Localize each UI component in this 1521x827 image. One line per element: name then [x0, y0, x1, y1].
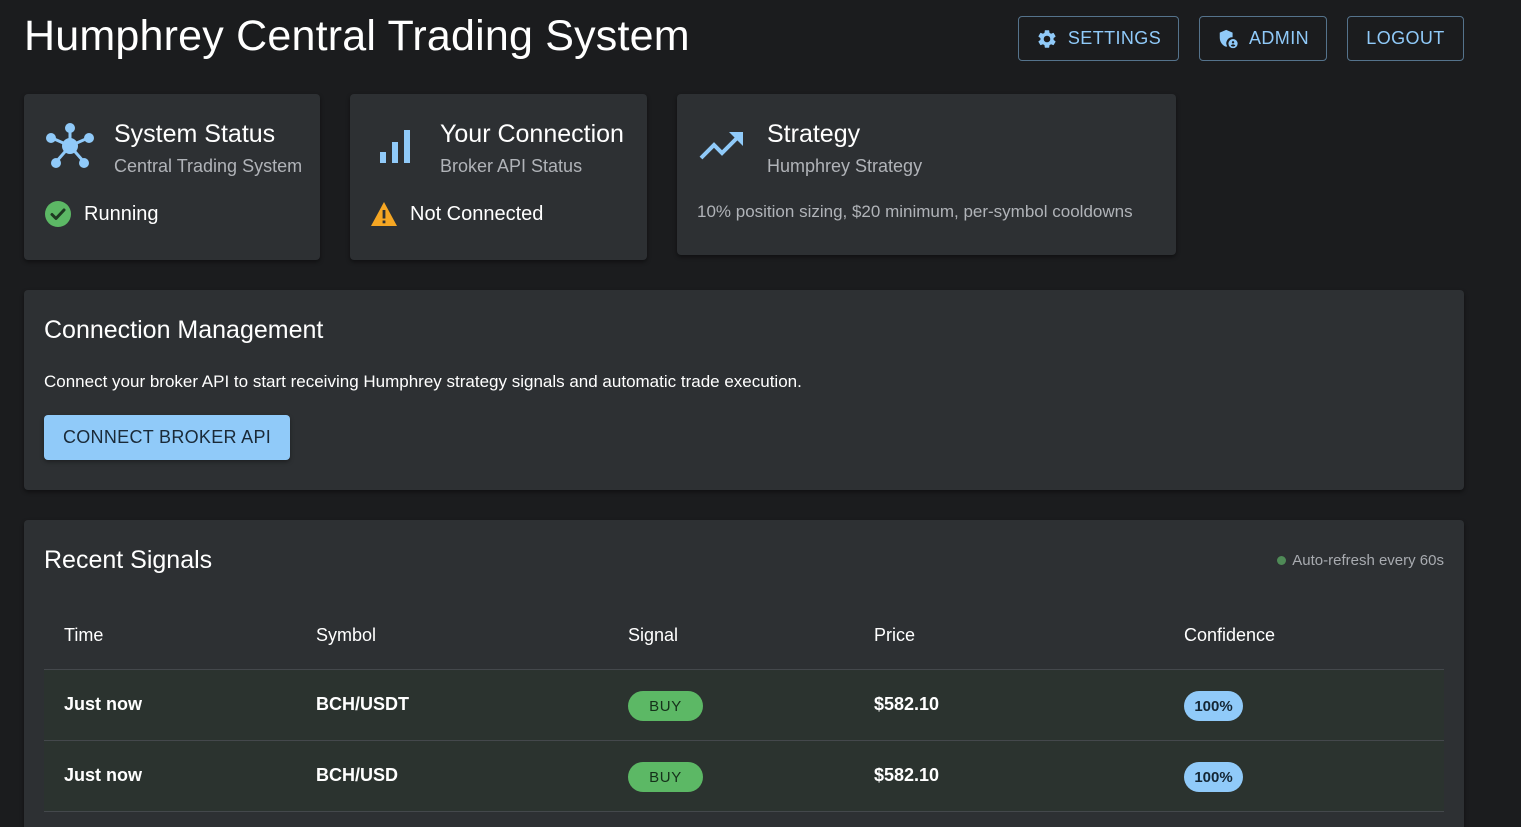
- table-row[interactable]: Just now BCH/USDT BUY $582.10 100%: [44, 670, 1444, 741]
- table-row[interactable]: Just now BCH/USD BUY $582.10 100%: [44, 741, 1444, 812]
- table-header: Time Symbol Signal Price Confidence: [44, 600, 1444, 670]
- column-header-price[interactable]: Price: [874, 625, 915, 646]
- confidence-badge: 100%: [1184, 691, 1243, 721]
- signal-badge: BUY: [628, 762, 703, 792]
- admin-button[interactable]: ADMIN: [1199, 16, 1327, 61]
- recent-signals-panel: Recent Signals Auto-refresh every 60s Ti…: [24, 520, 1464, 827]
- system-status-text: Running: [84, 202, 159, 225]
- card-title: Your Connection: [440, 120, 624, 148]
- app-title: Humphrey Central Trading System: [24, 12, 690, 60]
- connection-management-panel: Connection Management Connect your broke…: [24, 290, 1464, 490]
- connection-status: Not Connected: [370, 200, 543, 228]
- connection-status-text: Not Connected: [410, 202, 544, 225]
- signal-badge: BUY: [628, 691, 703, 721]
- warning-icon: [371, 202, 397, 226]
- panel-title: Recent Signals: [44, 546, 213, 574]
- gear-icon: [1038, 29, 1056, 48]
- strategy-card: Strategy Humphrey Strategy 10% position …: [677, 94, 1176, 255]
- status-dot-icon: [1277, 556, 1287, 565]
- signal-bars-icon: [380, 130, 410, 163]
- card-title: System Status: [114, 120, 276, 148]
- scrollbar-track[interactable]: [1515, 0, 1521, 827]
- logout-button[interactable]: LOGOUT: [1347, 16, 1464, 61]
- connection-card: Your Connection Broker API Status Not Co…: [350, 94, 647, 260]
- admin-label: ADMIN: [1249, 28, 1309, 48]
- column-header-signal[interactable]: Signal: [628, 625, 678, 646]
- signals-table: Time Symbol Signal Price Confidence Just…: [44, 600, 1444, 812]
- card-subtitle: Broker API Status: [440, 156, 583, 176]
- signal-time: Just now: [64, 694, 143, 714]
- auto-refresh-indicator: Auto-refresh every 60s: [1277, 552, 1444, 569]
- trending-up-icon: [699, 132, 743, 160]
- auto-refresh-text: Auto-refresh every 60s: [1292, 552, 1444, 569]
- settings-button[interactable]: SETTINGS: [1018, 16, 1179, 61]
- admin-shield-icon: [1219, 29, 1238, 48]
- panel-title: Connection Management: [44, 316, 324, 344]
- panel-description: Connect your broker API to start receivi…: [44, 372, 802, 391]
- column-header-confidence[interactable]: Confidence: [1184, 625, 1275, 646]
- logout-label: LOGOUT: [1366, 28, 1445, 48]
- settings-label: SETTINGS: [1067, 28, 1162, 48]
- strategy-description: 10% position sizing, $20 minimum, per-sy…: [697, 202, 1133, 221]
- system-status-card: System Status Central Trading System Run…: [24, 94, 320, 260]
- system-status: Running: [44, 200, 159, 228]
- signal-symbol: BCH/USD: [316, 765, 399, 785]
- confidence-badge: 100%: [1184, 762, 1243, 792]
- signal-symbol: BCH/USDT: [316, 694, 409, 714]
- trading-dashboard: Humphrey Central Trading System SETTINGS…: [0, 0, 1521, 827]
- check-circle-icon: [45, 201, 71, 227]
- signal-price: $582.10: [874, 694, 940, 714]
- card-subtitle: Central Trading System: [114, 156, 303, 176]
- column-header-time[interactable]: Time: [64, 625, 103, 646]
- hub-icon: [46, 123, 94, 168]
- card-subtitle: Humphrey Strategy: [767, 156, 923, 176]
- signal-price: $582.10: [874, 765, 940, 785]
- card-title: Strategy: [767, 120, 861, 148]
- signal-time: Just now: [64, 765, 143, 785]
- column-header-symbol[interactable]: Symbol: [316, 625, 376, 646]
- connect-broker-button[interactable]: CONNECT BROKER API: [44, 415, 290, 460]
